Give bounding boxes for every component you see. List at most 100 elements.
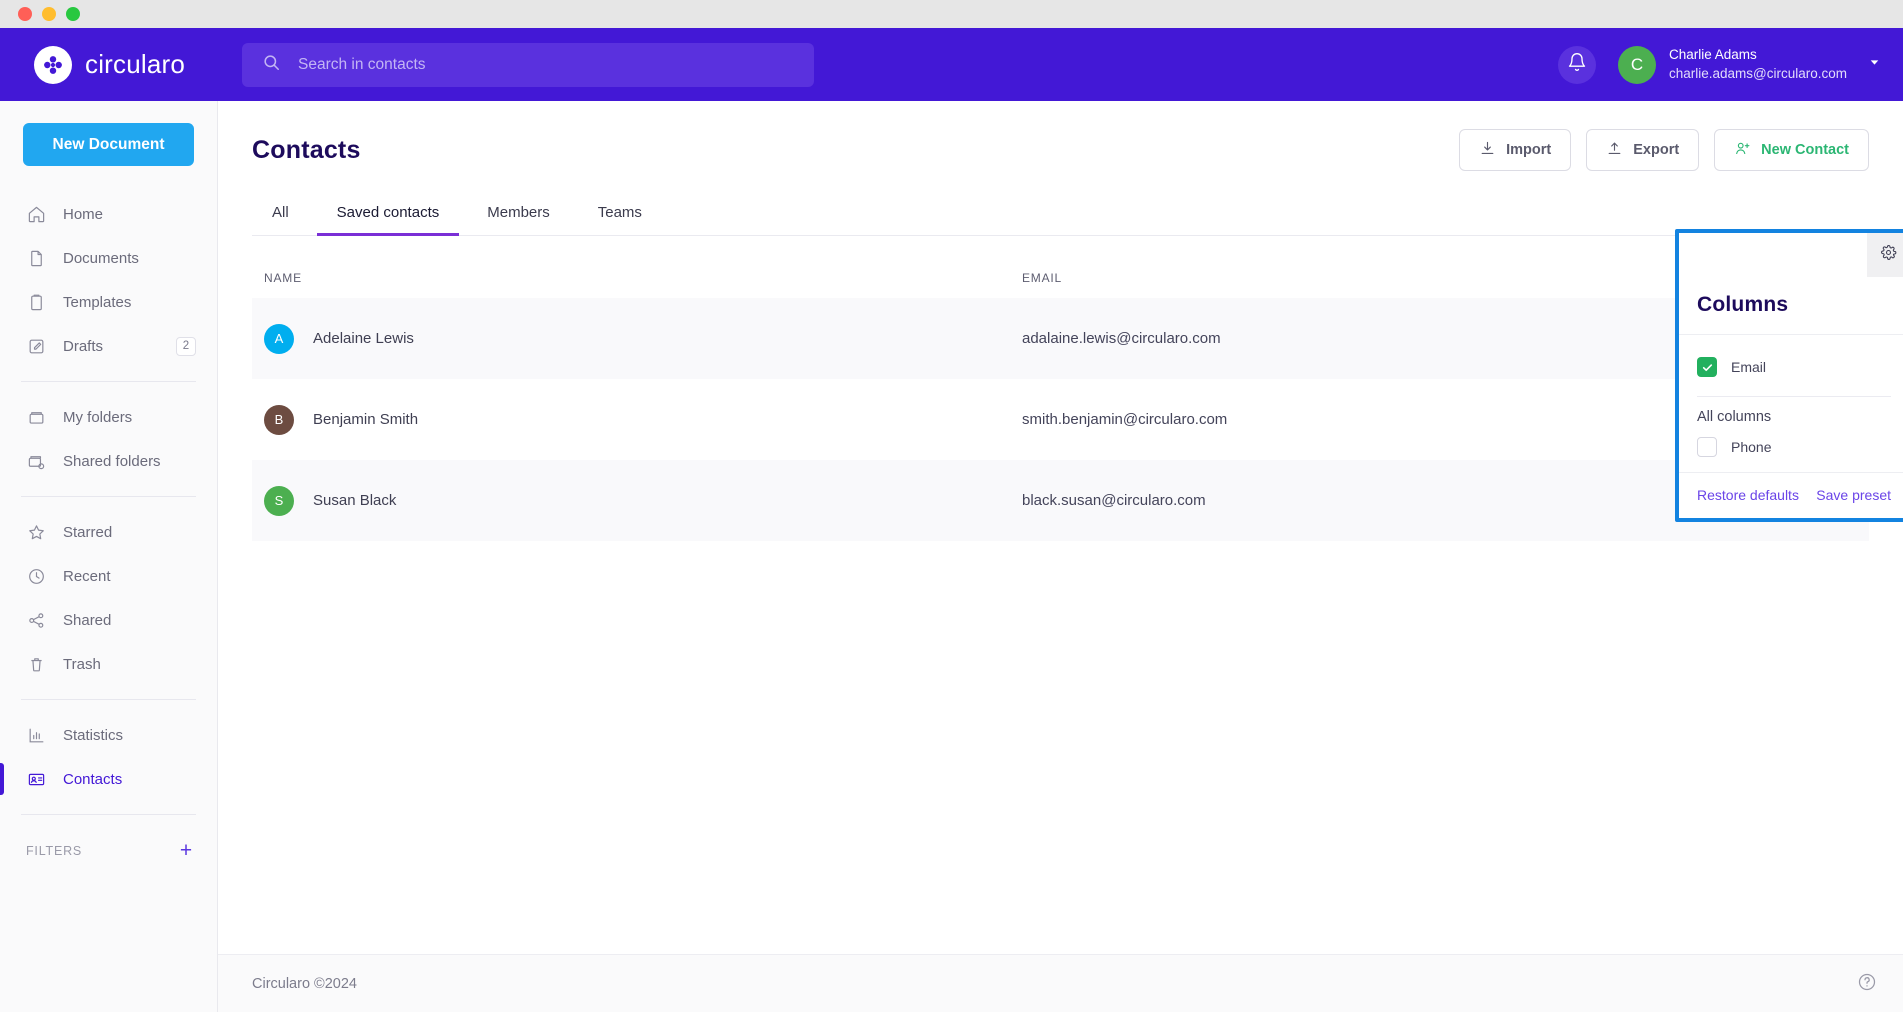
contacts-table: NAME EMAIL A Adelaine Lewis adalaine.lew… <box>252 258 1869 541</box>
new-contact-button[interactable]: New Contact <box>1714 129 1869 171</box>
search-input[interactable]: Search in contacts <box>242 43 814 87</box>
tab-saved-contacts[interactable]: Saved contacts <box>317 204 460 235</box>
help-circle-icon[interactable] <box>1857 972 1877 996</box>
filters-section: FILTERS + <box>0 828 217 861</box>
sidebar-item-label: Drafts <box>63 338 103 355</box>
table-row[interactable]: B Benjamin Smith smith.benjamin@circular… <box>252 379 1869 460</box>
circularo-logo-icon <box>34 46 72 84</box>
divider <box>21 381 196 382</box>
sidebar: New Document Home Documents Templates Dr… <box>0 101 218 1012</box>
window-close-button[interactable] <box>18 7 32 21</box>
restore-defaults-button[interactable]: Restore defaults <box>1697 487 1799 503</box>
columns-panel-body: Email All columns Phone <box>1679 335 1903 472</box>
sidebar-item-label: Starred <box>63 524 112 541</box>
sidebar-item-label: Templates <box>63 294 131 311</box>
user-menu[interactable]: C Charlie Adams charlie.adams@circularo.… <box>1618 46 1881 84</box>
page-header: Contacts Import Export <box>252 129 1869 171</box>
notifications-button[interactable] <box>1558 46 1596 84</box>
clipboard-icon <box>26 292 46 312</box>
clock-icon <box>26 566 46 586</box>
sidebar-item-label: Recent <box>63 568 111 585</box>
sidebar-item-contacts[interactable]: Contacts <box>0 757 217 801</box>
columns-panel-title: Columns <box>1679 277 1903 335</box>
window-titlebar <box>0 0 1903 28</box>
contact-name: Adelaine Lewis <box>313 330 414 347</box>
column-label: Phone <box>1731 439 1771 455</box>
sidebar-item-home[interactable]: Home <box>0 192 217 236</box>
sidebar-item-my-folders[interactable]: My folders <box>0 395 217 439</box>
tab-teams[interactable]: Teams <box>578 204 662 235</box>
sidebar-item-drafts[interactable]: Drafts 2 <box>0 324 217 368</box>
column-toggle-phone[interactable]: Phone <box>1697 432 1891 462</box>
search-icon <box>262 53 281 77</box>
sidebar-item-statistics[interactable]: Statistics <box>0 713 217 757</box>
home-icon <box>26 204 46 224</box>
divider <box>1697 396 1891 397</box>
export-icon <box>1606 140 1623 161</box>
table-row[interactable]: A Adelaine Lewis adalaine.lewis@circular… <box>252 298 1869 379</box>
column-toggle-email[interactable]: Email <box>1697 352 1891 382</box>
main-content: Contacts Import Export <box>218 101 1903 1012</box>
tabs: All Saved contacts Members Teams <box>252 204 1869 236</box>
avatar: A <box>264 324 294 354</box>
divider <box>21 496 196 497</box>
divider <box>21 699 196 700</box>
contact-card-icon <box>26 769 46 789</box>
save-preset-button[interactable]: Save preset <box>1816 487 1891 503</box>
user-name: Charlie Adams <box>1669 47 1847 63</box>
table-row[interactable]: S Susan Black black.susan@circularo.com <box>252 460 1869 541</box>
brand-name: circularo <box>85 49 185 80</box>
sidebar-item-label: My folders <box>63 409 132 426</box>
app-header: circularo Search in contacts C Charlie A… <box>0 28 1903 101</box>
sidebar-item-label: Home <box>63 206 103 223</box>
window-maximize-button[interactable] <box>66 7 80 21</box>
checkbox-checked-icon[interactable] <box>1697 357 1717 377</box>
cell-name: B Benjamin Smith <box>252 405 1022 435</box>
sidebar-item-shared[interactable]: Shared <box>0 598 217 642</box>
trash-icon <box>26 654 46 674</box>
column-label: Email <box>1731 359 1766 375</box>
chevron-down-icon[interactable] <box>1868 56 1881 74</box>
export-button[interactable]: Export <box>1586 129 1699 171</box>
column-settings-button[interactable] <box>1867 233 1903 277</box>
brand[interactable]: circularo <box>0 46 218 84</box>
sidebar-item-trash[interactable]: Trash <box>0 642 217 686</box>
page-actions: Import Export New Contact <box>1459 129 1869 171</box>
cell-name: S Susan Black <box>252 486 1022 516</box>
new-contact-label: New Contact <box>1761 142 1849 158</box>
new-document-button[interactable]: New Document <box>23 123 194 166</box>
bar-chart-icon <box>26 725 46 745</box>
avatar: S <box>264 486 294 516</box>
sidebar-item-label: Documents <box>63 250 139 267</box>
sidebar-item-shared-folders[interactable]: Shared folders <box>0 439 217 483</box>
plus-icon[interactable]: + <box>180 840 193 861</box>
all-columns-label: All columns <box>1697 409 1891 425</box>
window-minimize-button[interactable] <box>42 7 56 21</box>
import-icon <box>1479 140 1496 161</box>
sidebar-item-recent[interactable]: Recent <box>0 554 217 598</box>
search-placeholder: Search in contacts <box>298 56 426 74</box>
shared-folder-icon <box>26 451 46 471</box>
column-header-name[interactable]: NAME <box>252 271 1022 285</box>
header-right: C Charlie Adams charlie.adams@circularo.… <box>1558 46 1881 84</box>
export-label: Export <box>1633 142 1679 158</box>
app-body: New Document Home Documents Templates Dr… <box>0 101 1903 1012</box>
divider <box>21 814 196 815</box>
share-icon <box>26 610 46 630</box>
copyright-text: Circularo ©2024 <box>252 976 357 992</box>
sidebar-item-documents[interactable]: Documents <box>0 236 217 280</box>
document-icon <box>26 248 46 268</box>
sidebar-item-templates[interactable]: Templates <box>0 280 217 324</box>
sidebar-item-label: Shared <box>63 612 111 629</box>
sidebar-item-label: Trash <box>63 656 101 673</box>
tab-all[interactable]: All <box>252 204 309 235</box>
status-badge: 2 <box>176 337 196 356</box>
columns-panel: Columns Email All columns Phone <box>1675 229 1903 522</box>
checkbox-unchecked-icon[interactable] <box>1697 437 1717 457</box>
add-user-icon <box>1734 140 1751 161</box>
sidebar-item-label: Contacts <box>63 771 122 788</box>
bell-icon <box>1567 52 1587 77</box>
import-button[interactable]: Import <box>1459 129 1571 171</box>
tab-members[interactable]: Members <box>467 204 570 235</box>
sidebar-item-starred[interactable]: Starred <box>0 510 217 554</box>
